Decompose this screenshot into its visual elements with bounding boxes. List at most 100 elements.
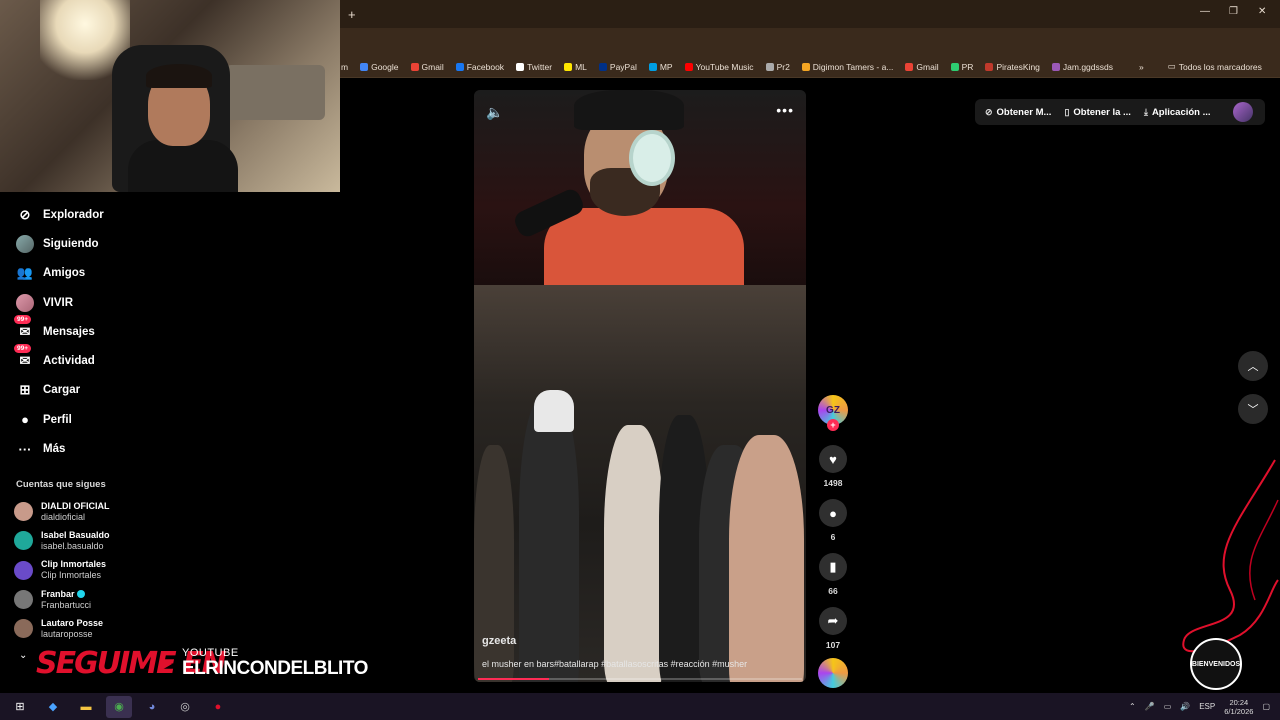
bookmark-label: Gmail bbox=[916, 61, 939, 72]
streamer-webcam bbox=[0, 0, 340, 192]
like-count: 1498 bbox=[823, 478, 843, 488]
bookmark-label: Gmail bbox=[421, 61, 444, 72]
sidebar-item-mensajes[interactable]: ✉ 99+ Mensajes bbox=[0, 315, 200, 346]
previous-video-button[interactable]: ︿ bbox=[1238, 351, 1268, 381]
follow-plus-icon[interactable]: + bbox=[827, 419, 839, 431]
maximize-button[interactable]: ❐ bbox=[1229, 6, 1238, 17]
account-username: lautaroposse bbox=[41, 628, 93, 639]
sidebar-item-amigos[interactable]: 👥 Amigos bbox=[0, 259, 200, 288]
windows-start-icon[interactable]: ⊞ bbox=[7, 696, 33, 718]
share-icon: ➦ bbox=[827, 613, 839, 628]
chevron-down-icon[interactable]: ⌄ bbox=[19, 650, 27, 661]
video-author[interactable]: gzeeta bbox=[482, 635, 516, 647]
tray-chevron-icon[interactable]: ⌃ bbox=[1129, 702, 1136, 711]
all-bookmarks-label: Todos los marcadores bbox=[1178, 61, 1262, 72]
file-explorer-icon[interactable]: ▬ bbox=[73, 696, 99, 718]
microphone-icon[interactable]: 🎤 bbox=[1145, 702, 1155, 711]
sidebar-item-explorador[interactable]: ⊘ Explorador bbox=[0, 200, 200, 229]
save-button[interactable]: ▮ bbox=[819, 553, 847, 581]
share-button[interactable]: ➦ bbox=[819, 607, 847, 635]
keyboard-lang[interactable]: ESP bbox=[1199, 702, 1215, 711]
sidebar-item-ms[interactable]: ··· Más bbox=[0, 434, 200, 463]
save-count: 66 bbox=[828, 586, 838, 596]
bookmark-item[interactable]: ML bbox=[564, 62, 587, 72]
following-account[interactable]: DIALDI OFICIAL dialdioficial bbox=[14, 497, 204, 526]
close-window-button[interactable]: ✕ bbox=[1258, 6, 1266, 17]
creator-avatar[interactable]: GZ + bbox=[818, 395, 848, 431]
more-options-icon[interactable]: ••• bbox=[776, 102, 794, 118]
share-count: 107 bbox=[825, 640, 841, 650]
top-action-2[interactable]: ⤓ Aplicación ... bbox=[1144, 107, 1211, 118]
sidebar-item-siguiendo[interactable]: Siguiendo bbox=[0, 229, 200, 258]
bookmark-item[interactable]: Digimon Tamers - a... bbox=[801, 62, 893, 72]
bookmark-item[interactable]: YouTube Music bbox=[684, 62, 754, 72]
video-progress-bar[interactable] bbox=[478, 678, 802, 680]
bookmark-item[interactable]: Gmail bbox=[410, 61, 444, 72]
volume-icon[interactable]: 🔈 bbox=[486, 104, 503, 121]
discord-icon[interactable]: ◕ bbox=[139, 696, 165, 718]
bookmark-label: Jam.ggdssds bbox=[1062, 61, 1113, 72]
avatar bbox=[14, 619, 33, 639]
chevron-down-icon: ﹀ bbox=[1247, 404, 1259, 416]
following-account[interactable]: Isabel Basualdo isabel.basualdo bbox=[14, 526, 204, 555]
sidebar-item-actividad[interactable]: ✉ 99+ Actividad bbox=[0, 344, 200, 375]
like-button[interactable]: ♥ bbox=[819, 445, 847, 473]
bookmark-item[interactable]: Twitter bbox=[516, 62, 552, 72]
bookmark-item[interactable]: Pr2 bbox=[765, 61, 790, 72]
next-video-button[interactable]: ﹀ bbox=[1238, 394, 1268, 424]
youtube-play-icon bbox=[160, 657, 172, 671]
sidebar-item-perfil[interactable]: ● Perfil bbox=[0, 405, 200, 434]
bookmark-item[interactable]: Jam.ggdssds bbox=[1051, 61, 1113, 72]
minimize-button[interactable]: — bbox=[1200, 6, 1210, 17]
top-action-label: Obtener la ... bbox=[1073, 106, 1131, 118]
sidebar-item-label: VIVIR bbox=[43, 296, 74, 309]
video-player[interactable]: 🔈 ••• gzeeta el musher en bars#batallara… bbox=[474, 90, 806, 682]
sidebar-item-cargar[interactable]: ⊞ Cargar bbox=[0, 376, 200, 405]
bookmark-item[interactable]: Facebook bbox=[455, 62, 504, 72]
brand-logo-badge: BIENVENIDOS bbox=[1190, 638, 1242, 690]
bookmark-item[interactable]: PiratesKing bbox=[985, 62, 1040, 72]
profile-icon: ● bbox=[21, 412, 29, 428]
account-name: Franbar bbox=[41, 588, 75, 599]
top-actions-bar: ⊘ Obtener M... ▯ Obtener la ... ⤓ Aplicación … bbox=[975, 99, 1265, 125]
bookmark-item[interactable]: PR bbox=[950, 62, 973, 72]
copilot-icon[interactable]: ◆ bbox=[40, 696, 66, 718]
following-account[interactable]: Lautaro Posse lautaroposse bbox=[14, 614, 204, 643]
user-avatar[interactable] bbox=[1233, 102, 1253, 122]
bookmark-item[interactable]: Gmail bbox=[905, 61, 939, 72]
following-account[interactable]: Clip Inmortales Clip Inmortales bbox=[14, 556, 204, 585]
sidebar-item-label: Más bbox=[43, 443, 66, 456]
bookmark-item[interactable]: MP bbox=[648, 62, 673, 72]
new-tab-button[interactable]: + bbox=[348, 7, 356, 22]
bookmark-item[interactable]: PayPal bbox=[598, 62, 637, 72]
record-app-icon[interactable]: ● bbox=[205, 696, 231, 718]
bookmarks-overflow-button[interactable]: » bbox=[1139, 62, 1144, 72]
video-caption[interactable]: el musher en bars#batallarap #batallasos… bbox=[482, 659, 747, 669]
obs-icon[interactable]: ◎ bbox=[172, 696, 198, 718]
clock[interactable]: 20:24 6/1/2026 bbox=[1224, 698, 1253, 716]
bookmark-favicon-icon bbox=[985, 62, 994, 71]
all-bookmarks-button[interactable]: ▭ Todos los marcadores bbox=[1168, 61, 1262, 72]
bookmark-favicon-icon bbox=[765, 62, 774, 71]
bookmark-item[interactable]: m bbox=[341, 62, 348, 72]
notifications-icon[interactable]: ▢ bbox=[1262, 702, 1270, 711]
comment-button[interactable]: ● bbox=[819, 499, 847, 527]
speaker-icon[interactable]: 🔊 bbox=[1180, 702, 1190, 711]
bookmark-item[interactable]: Google bbox=[360, 62, 399, 72]
sound-disc-icon[interactable] bbox=[818, 658, 848, 688]
chrome-icon[interactable]: ◉ bbox=[106, 695, 132, 718]
coin-icon: ⊘ bbox=[985, 106, 993, 117]
following-avatar-icon bbox=[16, 234, 34, 253]
sidebar-item-vivir[interactable]: VIVIR bbox=[0, 288, 200, 317]
following-list: DIALDI OFICIAL dialdioficial Isabel Basual… bbox=[14, 497, 204, 643]
bookmark-label: m bbox=[341, 61, 349, 72]
bookmark-favicon-icon bbox=[598, 62, 607, 71]
verified-badge-icon bbox=[76, 589, 85, 598]
bookmark-label: Pr2 bbox=[776, 61, 790, 72]
top-action-0[interactable]: ⊘ Obtener M... bbox=[985, 107, 1051, 118]
heart-icon: ♥ bbox=[829, 451, 837, 467]
activity-icon: ✉ bbox=[19, 353, 31, 369]
top-action-1[interactable]: ▯ Obtener la ... bbox=[1064, 107, 1131, 118]
following-account[interactable]: Franbar Franbartucci bbox=[14, 585, 204, 614]
network-icon[interactable]: ▭ bbox=[1164, 702, 1172, 711]
